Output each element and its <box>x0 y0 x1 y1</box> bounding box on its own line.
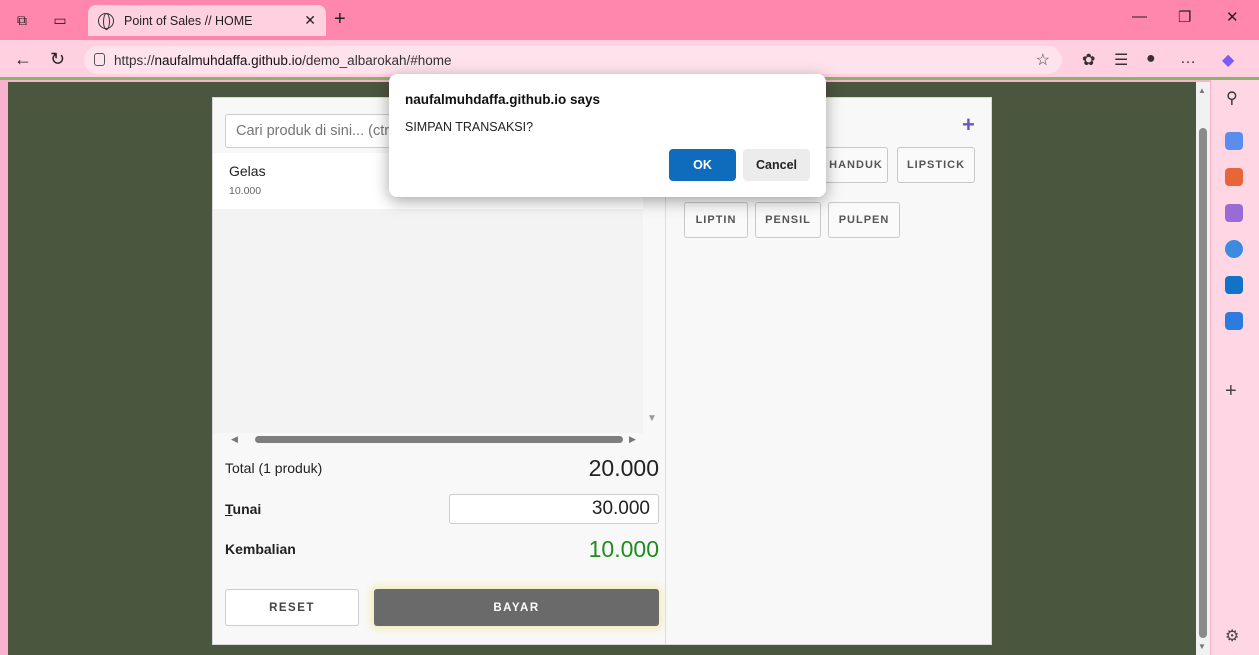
back-icon[interactable]: ← <box>14 49 32 70</box>
page-scrollbar-thumb[interactable] <box>1199 128 1207 638</box>
product-chip-liptin[interactable]: LIPTIN <box>684 202 748 238</box>
address-input[interactable]: https://naufalmuhdaffa.github.io/demo_al… <box>84 46 1062 74</box>
total-label: Total (1 produk) <box>225 460 323 476</box>
profile-icon[interactable]: ● <box>1146 50 1156 68</box>
tab-point-of-sales[interactable]: Point of Sales // HOME ✕ <box>88 5 326 36</box>
total-row: Total (1 produk) 20.000 <box>225 454 659 482</box>
scrollbar-thumb[interactable] <box>255 436 623 443</box>
cash-row: Tunai <box>225 493 659 525</box>
copilot-icon[interactable]: ◆ <box>1222 50 1234 70</box>
office-icon[interactable] <box>1225 240 1243 258</box>
restore-button[interactable]: ❐ <box>1178 8 1191 26</box>
dialog-title: naufalmuhdaffa.github.io says <box>405 92 601 107</box>
close-window-button[interactable]: ✕ <box>1226 8 1239 26</box>
favorites-icon[interactable]: ☰ <box>1114 50 1128 70</box>
refresh-icon[interactable]: ↻ <box>50 49 65 70</box>
product-chip-pensil[interactable]: PENSIL <box>755 202 821 238</box>
page-scrollbar[interactable]: ▲ ▼ <box>1196 82 1210 655</box>
extensions-icon[interactable]: ✿ <box>1082 50 1095 70</box>
outlook-icon[interactable] <box>1225 276 1243 294</box>
alert-dialog: naufalmuhdaffa.github.io says SIMPAN TRA… <box>389 74 826 197</box>
change-value: 10.000 <box>588 535 659 562</box>
scroll-down-arrow-icon[interactable]: ▼ <box>647 413 657 424</box>
more-icon[interactable]: … <box>1180 50 1196 68</box>
search-icon[interactable]: ⚲ <box>1226 88 1238 108</box>
product-chip-pulpen[interactable]: PULPEN <box>828 202 900 238</box>
site-info-icon[interactable] <box>94 53 105 66</box>
url-path: /demo_albarokah/#home <box>302 52 452 68</box>
pay-button[interactable]: BAYAR <box>374 589 659 626</box>
tools-icon[interactable] <box>1225 168 1243 186</box>
minimize-button[interactable]: — <box>1132 8 1147 25</box>
add-sidebar-app-icon[interactable]: + <box>1225 380 1237 403</box>
url-prefix: https:// <box>114 52 155 68</box>
url-host: naufalmuhdaffa.github.io <box>154 52 303 68</box>
reset-button[interactable]: RESET <box>225 589 359 626</box>
product-chip-handuk[interactable]: HANDUK <box>824 147 888 183</box>
change-row: Kembalian 10.000 <box>225 534 659 564</box>
horizontal-scrollbar[interactable]: ◀ ▶ <box>229 434 641 444</box>
workspaces-icon[interactable]: ⧉ <box>10 8 34 32</box>
change-label: Kembalian <box>225 541 296 557</box>
tab-actions-icon[interactable]: ▭ <box>48 8 72 32</box>
tab-title: Point of Sales // HOME <box>124 13 253 28</box>
total-value: 20.000 <box>588 454 659 481</box>
browser-sidebar: ⚲ + ⚙ <box>1211 80 1259 655</box>
globe-icon <box>98 12 114 30</box>
cash-input[interactable] <box>449 494 659 524</box>
settings-gear-icon[interactable]: ⚙ <box>1225 626 1239 646</box>
scroll-right-arrow-icon[interactable]: ▶ <box>629 434 636 445</box>
new-tab-button[interactable]: + <box>334 8 346 31</box>
scroll-up-icon[interactable]: ▲ <box>1198 86 1206 95</box>
dialog-message: SIMPAN TRANSAKSI? <box>405 120 534 134</box>
shopping-icon[interactable] <box>1225 132 1243 150</box>
cancel-button[interactable]: Cancel <box>743 149 810 181</box>
favorite-star-icon[interactable]: ☆ <box>1036 50 1050 70</box>
ok-button[interactable]: OK <box>669 149 736 181</box>
games-icon[interactable] <box>1225 204 1243 222</box>
add-product-button[interactable]: + <box>962 112 975 138</box>
send-icon[interactable] <box>1225 312 1243 330</box>
scroll-down-icon[interactable]: ▼ <box>1198 642 1206 651</box>
cash-label: Tunai <box>225 501 262 517</box>
scroll-left-arrow-icon[interactable]: ◀ <box>231 434 238 445</box>
tab-bar: ⧉ ▭ Point of Sales // HOME ✕ + — ❐ ✕ <box>0 0 1259 40</box>
product-chip-lipstick[interactable]: LIPSTICK <box>897 147 975 183</box>
close-tab-icon[interactable]: ✕ <box>304 12 316 29</box>
